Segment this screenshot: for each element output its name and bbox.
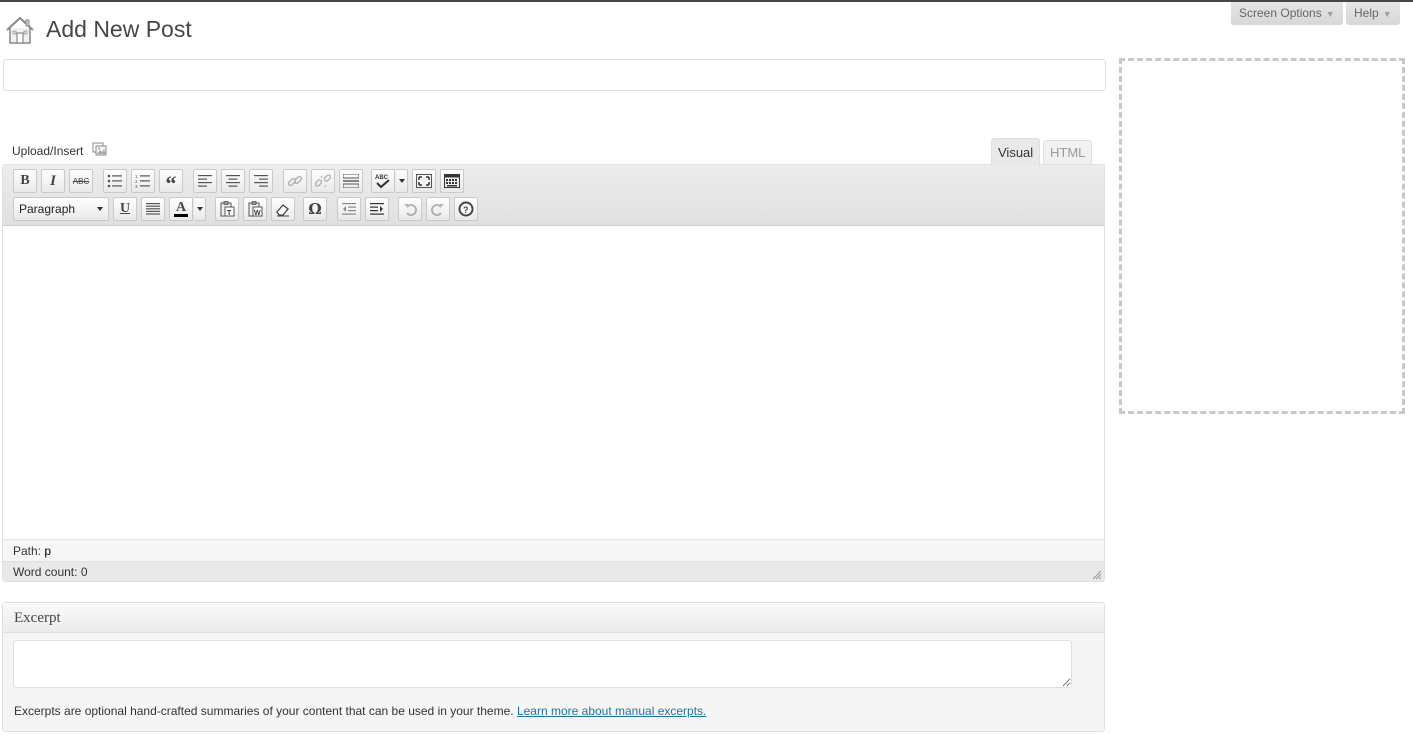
svg-text:3: 3 bbox=[135, 184, 138, 188]
link-icon bbox=[287, 175, 303, 187]
undo-icon bbox=[404, 204, 417, 216]
excerpt-heading[interactable]: Excerpt bbox=[3, 603, 1104, 633]
align-center-icon bbox=[226, 175, 240, 187]
underline-icon: U bbox=[119, 201, 131, 216]
spellcheck-dropdown[interactable] bbox=[396, 169, 408, 193]
numbered-list-button[interactable]: 1 2 3 bbox=[131, 169, 155, 193]
italic-icon: I bbox=[50, 172, 56, 189]
toolbar-toggle-icon bbox=[444, 174, 460, 188]
svg-text:?: ? bbox=[463, 205, 469, 215]
spellcheck-icon: ABC bbox=[375, 175, 390, 189]
indent-button[interactable] bbox=[365, 197, 389, 221]
editor-content-area[interactable] bbox=[3, 226, 1104, 539]
align-left-icon bbox=[198, 175, 212, 187]
italic-button[interactable]: I bbox=[41, 169, 65, 193]
help-editor-button[interactable]: ? bbox=[454, 197, 478, 221]
svg-text:ABC: ABC bbox=[375, 175, 389, 181]
excerpt-textarea[interactable] bbox=[13, 640, 1072, 688]
insert-more-button[interactable] bbox=[339, 169, 363, 193]
special-character-button[interactable]: Ω bbox=[303, 197, 327, 221]
help-button[interactable]: Help ▼ bbox=[1346, 2, 1400, 25]
paste-text-button[interactable]: T bbox=[215, 197, 239, 221]
bold-icon: B bbox=[20, 173, 30, 188]
bullet-list-icon bbox=[107, 174, 122, 188]
tab-html[interactable]: HTML bbox=[1043, 140, 1093, 165]
screen-options-button[interactable]: Screen Options ▼ bbox=[1231, 2, 1343, 25]
chevron-down-icon bbox=[92, 198, 108, 220]
more-tag-icon bbox=[343, 174, 359, 188]
excerpt-help-text: Excerpts are optional hand-crafted summa… bbox=[14, 704, 514, 718]
omega-icon: Ω bbox=[308, 200, 322, 218]
svg-text:T: T bbox=[227, 210, 232, 217]
resize-handle-icon[interactable] bbox=[1092, 569, 1102, 580]
upload-insert-label: Upload/Insert bbox=[12, 144, 84, 158]
redo-button[interactable] bbox=[426, 197, 450, 221]
fullscreen-icon bbox=[416, 174, 432, 188]
format-select[interactable]: Paragraph bbox=[13, 197, 109, 221]
unlink-button[interactable] bbox=[311, 169, 335, 193]
paste-word-button[interactable]: W bbox=[243, 197, 267, 221]
editor-toolbar: B I ABC 1 2 3 “ ABC Paragraph U A T W Ω … bbox=[3, 165, 1104, 226]
bold-button[interactable]: B bbox=[13, 169, 37, 193]
excerpt-help: Excerpts are optional hand-crafted summa… bbox=[14, 704, 706, 718]
insert-link-button[interactable] bbox=[283, 169, 307, 193]
path-bar: Path: p bbox=[3, 539, 1104, 561]
text-color-glyph: A bbox=[175, 200, 187, 215]
paste-text-icon: T bbox=[220, 201, 235, 217]
blockquote-icon: “ bbox=[165, 171, 177, 196]
page-title: Add New Post bbox=[46, 16, 192, 42]
bullet-list-button[interactable] bbox=[103, 169, 127, 193]
underline-button[interactable]: U bbox=[113, 197, 137, 221]
screen-options-label: Screen Options bbox=[1239, 6, 1322, 20]
svg-text:W: W bbox=[254, 210, 261, 217]
post-editor: B I ABC 1 2 3 “ ABC Paragraph U A T W Ω … bbox=[2, 164, 1105, 582]
text-color-button[interactable]: A bbox=[169, 197, 193, 221]
outdent-icon bbox=[342, 203, 356, 215]
justify-button[interactable] bbox=[141, 197, 165, 221]
path-element-p[interactable]: p bbox=[44, 544, 51, 558]
eraser-icon bbox=[276, 204, 289, 217]
excerpt-box: Excerpt Excerpts are optional hand-craft… bbox=[2, 602, 1105, 732]
blockquote-button[interactable]: “ bbox=[159, 169, 183, 196]
align-justify-icon bbox=[146, 203, 160, 215]
format-select-value: Paragraph bbox=[19, 202, 76, 216]
outdent-button[interactable] bbox=[337, 197, 361, 221]
undo-button[interactable] bbox=[398, 197, 422, 221]
post-title-input[interactable] bbox=[3, 59, 1106, 91]
chevron-down-icon: ▼ bbox=[1325, 9, 1335, 19]
strikethrough-button[interactable]: ABC bbox=[69, 169, 93, 193]
question-icon: ? bbox=[458, 201, 474, 217]
align-right-icon bbox=[254, 175, 268, 187]
text-color-swatch bbox=[174, 214, 188, 217]
indent-icon bbox=[370, 203, 384, 215]
word-count-value: 0 bbox=[80, 565, 88, 579]
align-right-button[interactable] bbox=[249, 169, 273, 193]
help-label: Help bbox=[1354, 6, 1379, 20]
text-color-dropdown[interactable] bbox=[194, 197, 206, 221]
unlink-icon bbox=[315, 174, 331, 188]
paste-word-icon: W bbox=[248, 201, 263, 217]
word-count-bar: Word count: 0 bbox=[3, 561, 1104, 581]
spellcheck-button[interactable]: ABC bbox=[371, 169, 395, 193]
home-icon bbox=[4, 14, 36, 46]
fullscreen-button[interactable] bbox=[412, 169, 436, 193]
kitchen-sink-button[interactable] bbox=[440, 169, 464, 193]
remove-format-button[interactable] bbox=[271, 197, 295, 221]
sidebar-drop-zone bbox=[1119, 58, 1405, 414]
path-label: Path: bbox=[13, 544, 42, 558]
align-center-button[interactable] bbox=[221, 169, 245, 193]
numbered-list-icon: 1 2 3 bbox=[135, 174, 150, 188]
excerpt-learn-more-link[interactable]: Learn more about manual excerpts. bbox=[517, 704, 706, 718]
text-color-icon: A bbox=[174, 201, 188, 217]
add-media-icon[interactable] bbox=[92, 142, 108, 158]
redo-icon bbox=[431, 204, 444, 216]
align-left-button[interactable] bbox=[193, 169, 217, 193]
word-count-label: Word count: bbox=[13, 565, 78, 579]
tab-visual[interactable]: Visual bbox=[991, 138, 1041, 166]
chevron-down-icon: ▼ bbox=[1382, 9, 1392, 19]
strikethrough-icon: ABC bbox=[72, 176, 90, 186]
